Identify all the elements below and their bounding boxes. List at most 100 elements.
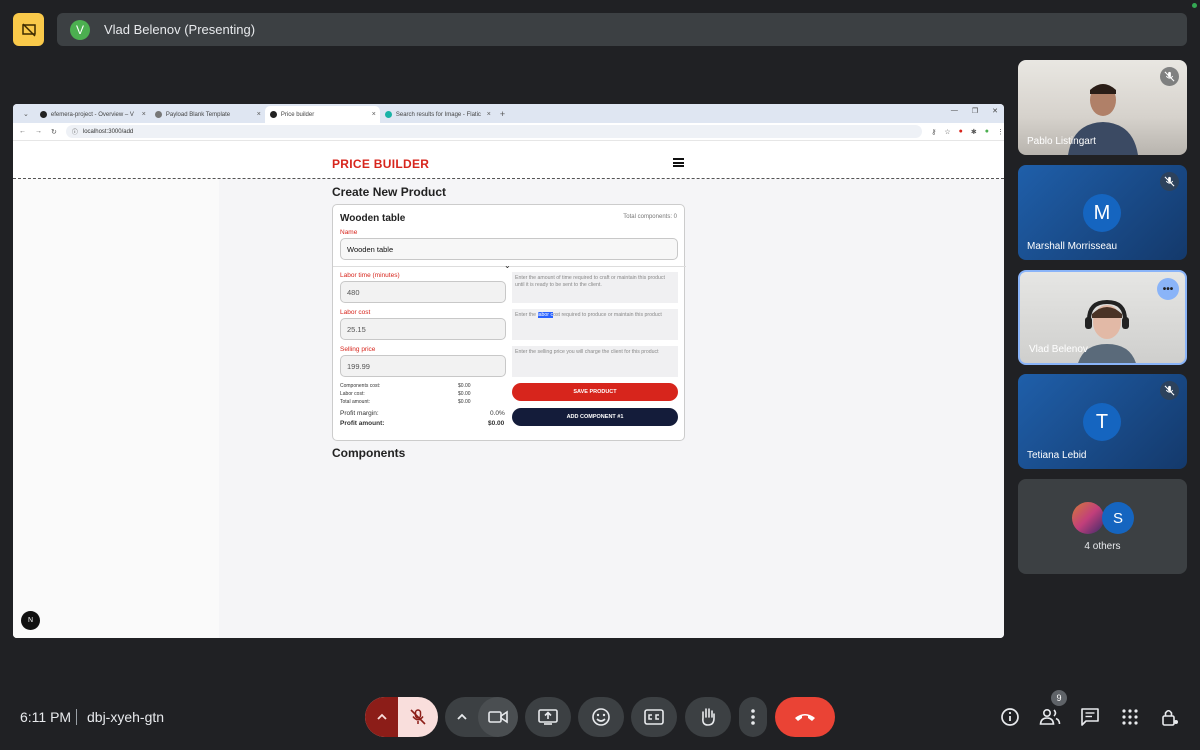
close-icon[interactable]: × bbox=[372, 111, 376, 118]
labor-cost-hint: Enter the labor cost required to produce… bbox=[512, 309, 678, 340]
participant-tile[interactable]: M Marshall Morrisseau bbox=[1018, 165, 1187, 260]
web-page: PRICE BUILDER Create New Product Wooden … bbox=[13, 141, 1004, 638]
browser-tab[interactable]: Search results for Image - Flatic × bbox=[380, 106, 495, 123]
presenter-label: Vlad Belenov (Presenting) bbox=[104, 22, 256, 37]
reload-icon[interactable]: ↻ bbox=[51, 128, 57, 136]
url-field[interactable]: ⓘ localhost:3000/add bbox=[65, 125, 923, 138]
others-count-label: 4 others bbox=[1084, 541, 1121, 552]
tab-search-icon[interactable]: ⌄ bbox=[17, 110, 35, 123]
back-icon[interactable]: ← bbox=[19, 128, 26, 135]
other-participant-avatar: S bbox=[1102, 502, 1134, 534]
tab-label: Search results for Image - Flatic bbox=[395, 111, 481, 118]
participant-tile-active[interactable]: ••• Vlad Belenov bbox=[1018, 270, 1187, 365]
kebab-menu-icon[interactable]: ⋮ bbox=[997, 128, 1004, 136]
restore-icon[interactable]: ❐ bbox=[972, 107, 978, 115]
close-icon[interactable]: × bbox=[142, 111, 146, 118]
stop-presenting-button[interactable] bbox=[13, 13, 44, 46]
close-icon[interactable]: × bbox=[487, 111, 491, 118]
labor-cost-input[interactable]: 25.15 bbox=[340, 318, 506, 340]
present-screen-icon bbox=[538, 709, 558, 725]
browser-tab[interactable]: Payload Blank Template × bbox=[150, 106, 265, 123]
minimize-icon[interactable]: — bbox=[951, 107, 958, 115]
profit-margin-value: 0.0% bbox=[490, 410, 505, 417]
tab-favicon-icon bbox=[269, 111, 277, 118]
hint-text: ost required to produce or maintain this… bbox=[553, 312, 662, 318]
save-product-button[interactable]: SAVE PRODUCT bbox=[512, 383, 678, 401]
labor-time-hint: Enter the amount of time required to cra… bbox=[512, 272, 678, 303]
participant-tile[interactable]: T Tetiana Lebid bbox=[1018, 374, 1187, 469]
kebab-menu-icon bbox=[751, 709, 755, 725]
puzzle-extensions-icon[interactable]: ✱ bbox=[971, 128, 977, 136]
host-controls-button[interactable] bbox=[1158, 705, 1182, 729]
bookmark-star-icon[interactable]: ☆ bbox=[944, 128, 950, 136]
raise-hand-button[interactable] bbox=[685, 697, 731, 737]
name-input[interactable]: Wooden table bbox=[340, 238, 678, 260]
labor-time-input[interactable]: 480 bbox=[340, 281, 506, 303]
total-components: Total components: 0 bbox=[623, 214, 677, 220]
stop-presenting-icon bbox=[21, 22, 36, 37]
labor-cost-sum-value: $0.00 bbox=[458, 391, 471, 397]
profile-avatar-icon[interactable]: ● bbox=[985, 128, 989, 135]
participant-avatar: T bbox=[1083, 403, 1121, 441]
hint-text: Enter the bbox=[515, 312, 538, 318]
participant-avatar: M bbox=[1083, 194, 1121, 232]
product-title: Wooden table bbox=[340, 213, 406, 224]
opera-extension-icon[interactable]: ● bbox=[959, 128, 963, 135]
present-screen-button[interactable] bbox=[525, 697, 571, 737]
forward-icon[interactable]: → bbox=[35, 128, 42, 135]
add-component-button[interactable]: ADD COMPONENT #1 bbox=[512, 408, 678, 426]
more-options-button[interactable] bbox=[739, 697, 767, 737]
tab-favicon-icon bbox=[154, 111, 162, 118]
total-amount-label: Total amount: bbox=[340, 399, 371, 405]
apps-grid-icon bbox=[1122, 709, 1138, 725]
selling-price-input[interactable]: 199.99 bbox=[340, 355, 506, 377]
site-header: PRICE BUILDER bbox=[13, 141, 1004, 179]
people-button[interactable] bbox=[1038, 705, 1062, 729]
page-title: Create New Product bbox=[332, 185, 447, 199]
status-dot bbox=[1192, 3, 1197, 8]
chat-button[interactable] bbox=[1078, 705, 1102, 729]
new-tab-icon[interactable]: + bbox=[495, 109, 510, 123]
labor-cost-label: Labor cost bbox=[340, 309, 371, 316]
site-info-icon[interactable]: ⓘ bbox=[72, 127, 78, 136]
clock: 6:11 PM bbox=[20, 709, 72, 725]
product-form-card: Wooden table Total components: 0 Name Wo… bbox=[332, 204, 686, 441]
captions-icon bbox=[644, 709, 664, 725]
reactions-button[interactable] bbox=[578, 697, 624, 737]
leave-call-button[interactable] bbox=[775, 697, 835, 737]
labor-cost-sum-label: Labor cost: bbox=[340, 391, 365, 397]
profit-amount-label: Profit amount: bbox=[340, 420, 385, 427]
people-icon bbox=[1039, 708, 1061, 725]
emoji-icon bbox=[592, 708, 610, 726]
components-cost-label: Components cost: bbox=[340, 383, 381, 389]
nextjs-dev-indicator[interactable]: N bbox=[21, 611, 40, 630]
tab-favicon-icon bbox=[384, 111, 392, 118]
hamburger-menu-icon[interactable] bbox=[673, 158, 684, 169]
video-options-chevron-icon[interactable] bbox=[445, 697, 478, 737]
total-amount-value: $0.00 bbox=[458, 399, 471, 405]
meeting-details-button[interactable] bbox=[998, 705, 1022, 729]
muted-mic-icon bbox=[1160, 67, 1179, 86]
tab-label: Price builder bbox=[280, 111, 315, 118]
close-icon[interactable]: × bbox=[257, 111, 261, 118]
browser-tab-active[interactable]: Price builder × bbox=[264, 106, 380, 123]
activities-button[interactable] bbox=[1118, 705, 1142, 729]
tab-favicon-icon bbox=[39, 111, 47, 118]
others-tile[interactable]: S 4 others bbox=[1018, 479, 1187, 574]
brand-logo[interactable]: PRICE BUILDER bbox=[332, 157, 429, 171]
password-key-icon[interactable]: ⚷ bbox=[931, 128, 936, 136]
name-label: Name bbox=[340, 229, 358, 236]
browser-tab[interactable]: efemera-project - Overview – V × bbox=[35, 106, 150, 123]
selling-price-label: Selling price bbox=[340, 346, 376, 353]
chat-icon bbox=[1081, 708, 1099, 726]
microphone-control bbox=[365, 697, 438, 737]
captions-button[interactable] bbox=[631, 697, 677, 737]
collapse-chevron-icon[interactable]: ⌄ bbox=[504, 261, 511, 270]
camera-icon[interactable] bbox=[478, 697, 518, 737]
participant-tile[interactable]: Pablo Listingart bbox=[1018, 60, 1187, 155]
audio-options-chevron-icon[interactable] bbox=[365, 697, 398, 737]
camera-control bbox=[445, 697, 518, 737]
close-window-icon[interactable]: ✕ bbox=[992, 107, 998, 115]
mic-off-icon[interactable] bbox=[398, 697, 438, 737]
more-options-icon[interactable]: ••• bbox=[1157, 278, 1179, 300]
